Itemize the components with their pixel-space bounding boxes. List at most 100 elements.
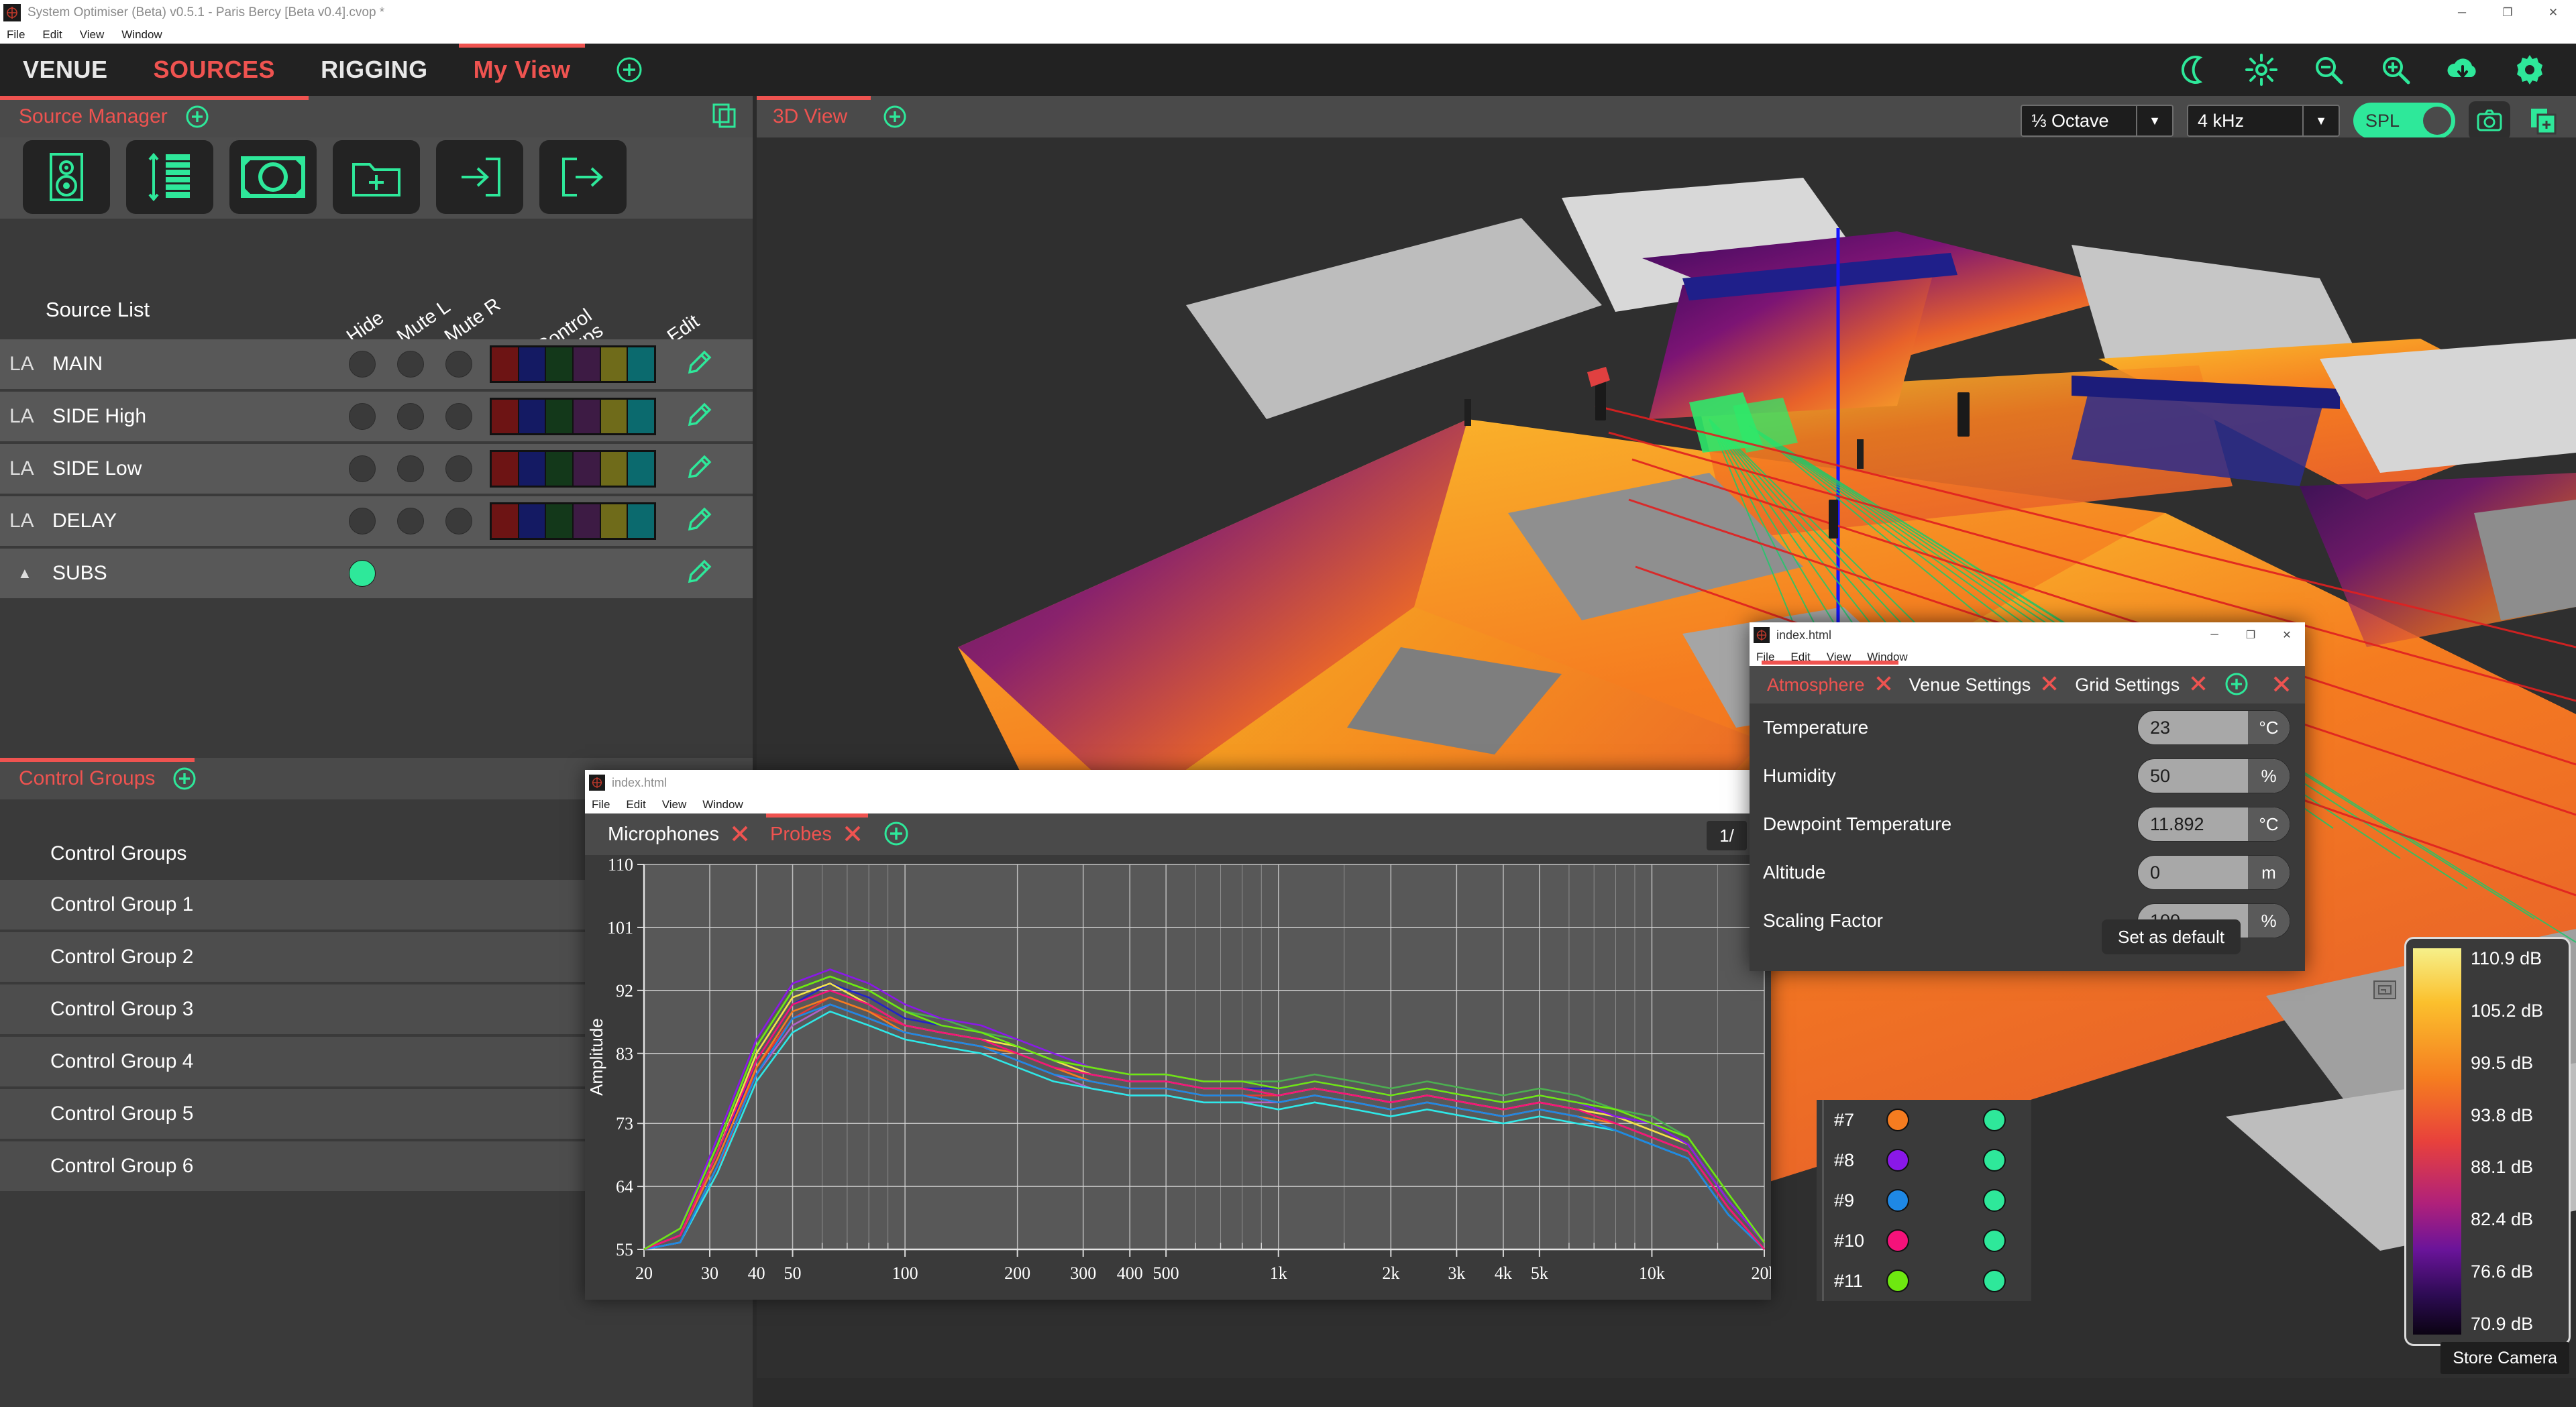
control-group-swatch[interactable] xyxy=(628,504,654,538)
control-group-swatch[interactable] xyxy=(492,400,519,433)
control-group-swatches[interactable] xyxy=(490,398,656,435)
source-manager-add-button[interactable] xyxy=(182,102,212,131)
close-icon[interactable] xyxy=(2040,674,2059,696)
field-input[interactable]: 50% xyxy=(2137,758,2290,793)
nav-tab-sources[interactable]: SOURCES xyxy=(131,44,299,96)
control-group-swatch[interactable] xyxy=(546,347,574,381)
array-vertical-button[interactable] xyxy=(126,140,213,214)
control-group-swatch[interactable] xyxy=(519,452,547,486)
close-icon[interactable] xyxy=(1874,674,1893,696)
mute-r-toggle[interactable] xyxy=(445,351,472,378)
octave-resolution-select[interactable]: ⅓ Octave ▼ xyxy=(2021,105,2174,137)
edit-button[interactable] xyxy=(686,454,715,484)
gear-icon[interactable] xyxy=(2510,50,2549,89)
probe-enable-toggle[interactable] xyxy=(1983,1229,2006,1252)
frequency-select[interactable]: 4 kHz ▼ xyxy=(2187,105,2340,137)
sub-speaker-button[interactable] xyxy=(229,140,317,214)
hide-toggle[interactable] xyxy=(349,403,376,430)
control-group-swatch[interactable] xyxy=(492,347,519,381)
close-button[interactable]: ✕ xyxy=(2269,622,2305,648)
control-group-swatch[interactable] xyxy=(546,400,574,433)
mute-l-toggle[interactable] xyxy=(397,351,424,378)
export-button[interactable] xyxy=(539,140,627,214)
control-group-swatch[interactable] xyxy=(628,347,654,381)
hide-toggle[interactable] xyxy=(349,351,376,378)
control-groups-add-button[interactable] xyxy=(170,764,199,793)
brightness-icon[interactable] xyxy=(2242,50,2281,89)
atmosphere-tab[interactable]: Venue Settings xyxy=(1901,666,2068,704)
source-manager-duplicate-icon[interactable] xyxy=(711,102,738,132)
tab-microphones[interactable]: Microphones xyxy=(598,813,761,855)
nav-tab-rigging[interactable]: RIGGING xyxy=(298,44,451,96)
control-group-swatch[interactable] xyxy=(546,504,574,538)
chart-menu-file[interactable]: File xyxy=(592,798,610,811)
expand-icon[interactable]: ▲ xyxy=(17,565,32,582)
cloud-download-icon[interactable] xyxy=(2443,50,2482,89)
table-row[interactable]: LADELAY xyxy=(0,496,753,549)
edit-button[interactable] xyxy=(686,506,715,536)
mute-r-toggle[interactable] xyxy=(445,508,472,534)
probe-color-dot[interactable] xyxy=(1886,1270,1909,1292)
control-group-swatch[interactable] xyxy=(492,504,519,538)
probe-color-dot[interactable] xyxy=(1886,1109,1909,1131)
control-group-swatch[interactable] xyxy=(574,400,601,433)
menu-file[interactable]: File xyxy=(7,28,25,42)
probe-color-dot[interactable] xyxy=(1886,1229,1909,1252)
atmosphere-add-tab-button[interactable] xyxy=(2222,670,2252,699)
control-group-swatch[interactable] xyxy=(574,347,601,381)
atmosphere-tab[interactable]: Grid Settings xyxy=(2067,666,2216,704)
control-group-swatch[interactable] xyxy=(574,504,601,538)
resize-grip[interactable] xyxy=(2373,980,2396,999)
mute-l-toggle[interactable] xyxy=(397,455,424,482)
menu-edit[interactable]: Edit xyxy=(42,28,62,42)
mute-l-toggle[interactable] xyxy=(397,403,424,430)
mute-r-toggle[interactable] xyxy=(445,403,472,430)
store-camera-button[interactable]: Store Camera xyxy=(2440,1342,2569,1374)
duplicate-icon[interactable] xyxy=(2524,101,2563,140)
close-icon[interactable] xyxy=(2189,674,2208,696)
control-group-swatches[interactable] xyxy=(490,450,656,488)
hide-toggle[interactable] xyxy=(349,560,376,587)
control-group-swatch[interactable] xyxy=(601,400,629,433)
probe-color-dot[interactable] xyxy=(1886,1189,1909,1212)
chart-menu-edit[interactable]: Edit xyxy=(626,798,645,811)
control-group-swatches[interactable] xyxy=(490,345,656,383)
zoom-in-icon[interactable] xyxy=(2376,50,2415,89)
zoom-out-icon[interactable] xyxy=(2309,50,2348,89)
field-input[interactable]: 23°C xyxy=(2137,710,2290,745)
probe-enable-toggle[interactable] xyxy=(1983,1149,2006,1172)
set-as-default-button[interactable]: Set as default xyxy=(2102,919,2241,954)
field-input[interactable]: 11.892°C xyxy=(2137,807,2290,842)
probe-color-dot[interactable] xyxy=(1886,1149,1909,1172)
edit-button[interactable] xyxy=(686,402,715,431)
nav-tab-my-view[interactable]: My View xyxy=(451,44,594,96)
probe-enable-toggle[interactable] xyxy=(1983,1270,2006,1292)
control-group-swatch[interactable] xyxy=(628,400,654,433)
chevron-down-icon[interactable]: ▼ xyxy=(2136,106,2172,135)
menu-window[interactable]: Window xyxy=(121,28,162,42)
add-speaker-button[interactable] xyxy=(23,140,110,214)
control-group-swatch[interactable] xyxy=(601,347,629,381)
control-group-swatch[interactable] xyxy=(546,452,574,486)
chart-menu-view[interactable]: View xyxy=(662,798,687,811)
control-group-swatch[interactable] xyxy=(601,504,629,538)
field-input[interactable]: 0m xyxy=(2137,855,2290,890)
table-row[interactable]: LASIDE Low xyxy=(0,444,753,496)
probe-row[interactable]: #7 xyxy=(1817,1100,2031,1140)
nav-tab-venue[interactable]: VENUE xyxy=(0,44,131,96)
tab-probes[interactable]: Probes xyxy=(761,813,873,855)
probe-enable-toggle[interactable] xyxy=(1983,1109,2006,1131)
edit-button[interactable] xyxy=(686,349,715,379)
mute-l-toggle[interactable] xyxy=(397,508,424,534)
control-group-swatch[interactable] xyxy=(492,452,519,486)
control-group-swatch[interactable] xyxy=(519,400,547,433)
chart-add-tab-button[interactable] xyxy=(881,819,912,850)
minimize-button[interactable]: ─ xyxy=(2196,622,2233,648)
chevron-down-icon[interactable]: ▼ xyxy=(2302,106,2339,135)
probe-row[interactable]: #8 xyxy=(1817,1140,2031,1180)
atmosphere-close-all-icon[interactable] xyxy=(2271,674,2293,695)
maximize-button[interactable]: ❐ xyxy=(2485,0,2530,25)
hide-toggle[interactable] xyxy=(349,508,376,534)
import-button[interactable] xyxy=(436,140,523,214)
control-group-swatches[interactable] xyxy=(490,502,656,540)
